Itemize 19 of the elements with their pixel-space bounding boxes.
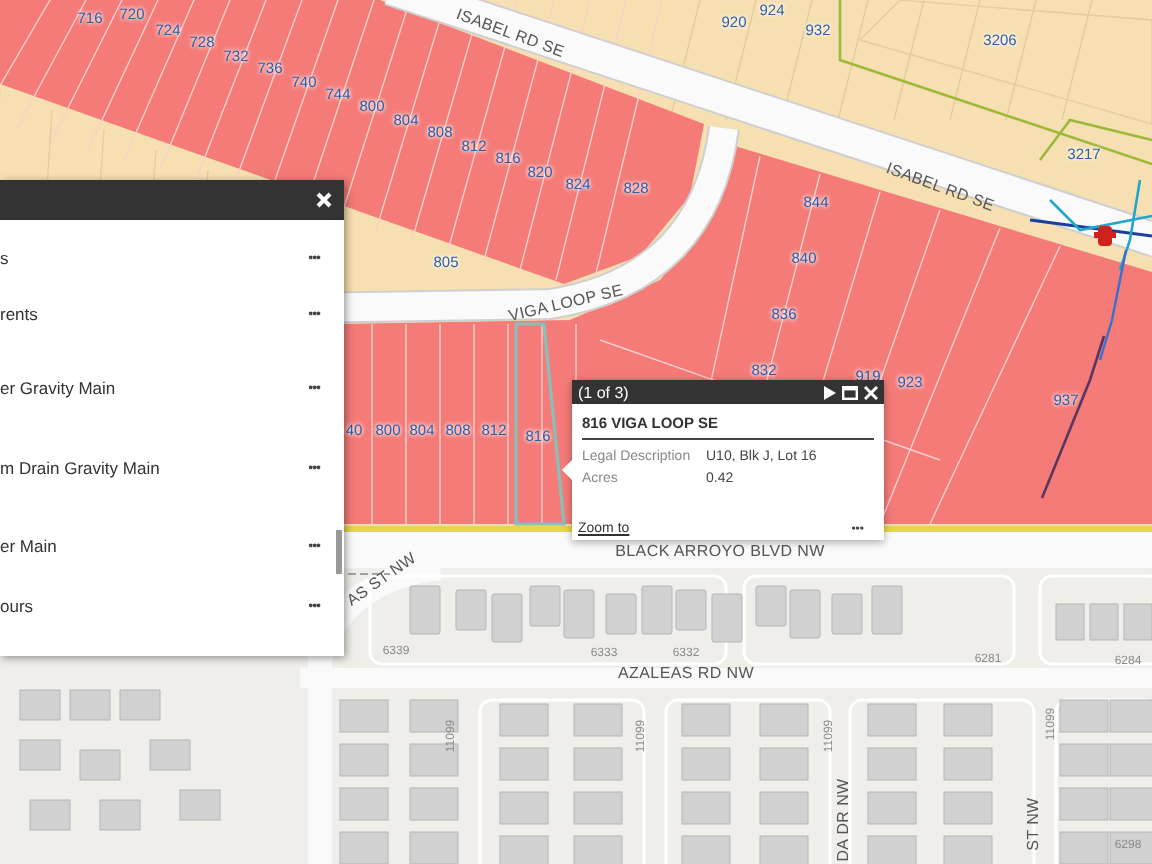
layer-name[interactable]: er Main <box>0 536 57 556</box>
street-name: DA DR NW <box>836 778 852 862</box>
street-name: AZALEAS RD NW <box>618 666 754 682</box>
layer-name[interactable]: s <box>0 248 9 268</box>
popup-counter: (1 of 3) <box>578 383 629 401</box>
next-icon[interactable] <box>824 385 836 399</box>
street-name: BLACK ARROYO BLVD NW <box>615 544 825 560</box>
maximize-icon[interactable] <box>842 385 858 399</box>
street-name: AS ST NW <box>344 550 420 610</box>
scrollbar[interactable] <box>336 530 342 574</box>
layer-name[interactable]: rents <box>0 304 38 324</box>
layer-name[interactable]: er Gravity Main <box>0 378 116 398</box>
close-icon[interactable] <box>864 385 878 399</box>
street-name: VIGA LOOP SE <box>507 283 625 325</box>
layer-name[interactable]: m Drain Gravity Main <box>0 458 160 478</box>
hydrant-icon[interactable] <box>1094 226 1116 246</box>
close-icon[interactable] <box>316 192 332 208</box>
layer-name[interactable]: ours <box>0 596 34 616</box>
street-name: ST NW <box>1026 797 1042 851</box>
